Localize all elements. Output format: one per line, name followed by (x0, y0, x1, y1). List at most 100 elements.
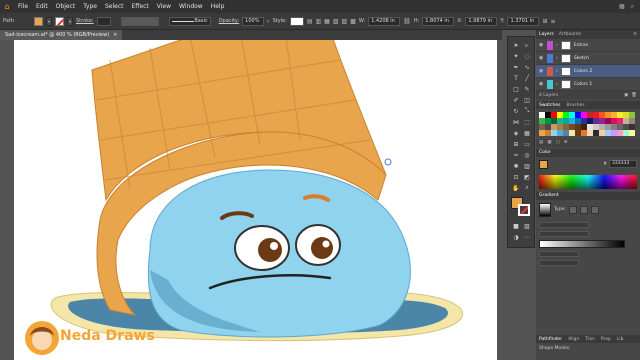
swatch[interactable] (599, 124, 605, 130)
swatch[interactable] (569, 130, 575, 136)
selection-tool-icon[interactable]: ➤ (511, 40, 521, 50)
swatch[interactable] (569, 124, 575, 130)
canvas[interactable] (0, 40, 502, 360)
gradient-location-field[interactable] (539, 259, 579, 266)
swatch[interactable] (545, 124, 551, 130)
new-color-group-icon[interactable]: ▢ (556, 140, 560, 145)
gradient-opacity-field[interactable] (539, 250, 579, 257)
artboard-tool-icon[interactable]: ⊡ (511, 172, 521, 182)
tab-artboards[interactable]: Artboards (559, 32, 581, 37)
gradient-panel-title[interactable]: Gradient (539, 193, 559, 198)
align-bottom-icon[interactable]: ▩ (350, 18, 356, 25)
swatch[interactable] (575, 124, 581, 130)
swatch[interactable] (629, 118, 635, 124)
home-icon[interactable]: ⌂ (0, 0, 14, 13)
swatch[interactable] (629, 112, 635, 118)
rotate-tool-icon[interactable]: ↻ (511, 106, 521, 116)
shape-builder-icon[interactable]: ◈ (511, 128, 521, 138)
swatch[interactable] (581, 112, 587, 118)
swatch[interactable] (539, 130, 545, 136)
perspective-grid-icon[interactable]: ▦ (522, 128, 532, 138)
swatch[interactable] (629, 130, 635, 136)
swatch[interactable] (593, 124, 599, 130)
tab-align[interactable]: Align (568, 337, 579, 342)
gradient-type-freeform[interactable] (590, 205, 599, 214)
symbol-sprayer-icon[interactable]: ✺ (511, 161, 521, 171)
fill-swatch[interactable] (33, 16, 43, 26)
gradient-slider[interactable] (539, 239, 625, 248)
swatch[interactable] (539, 118, 545, 124)
swatch[interactable] (575, 112, 581, 118)
align-center-icon[interactable]: ▥ (316, 18, 322, 25)
color-panel-title[interactable]: Color (539, 150, 551, 155)
swatch[interactable] (605, 112, 611, 118)
swatch[interactable] (605, 118, 611, 124)
expand-chevron-icon[interactable]: › (556, 43, 558, 48)
swatch[interactable] (623, 124, 629, 130)
hex-field[interactable]: 333333 (609, 160, 637, 168)
width-tool-icon[interactable]: ⋈ (511, 117, 521, 127)
swatch[interactable] (557, 130, 563, 136)
document-tab[interactable]: Sad-icecream.ai* @ 400 % (RGB/Preview) × (0, 30, 123, 40)
menu-edit[interactable]: Edit (32, 3, 52, 10)
layer-row[interactable]: ◉ › Sketch (536, 52, 640, 65)
swatch[interactable] (581, 118, 587, 124)
free-transform-icon[interactable]: ⬚ (522, 117, 532, 127)
variable-width-field[interactable] (120, 16, 159, 26)
rectangle-tool-icon[interactable]: □ (511, 84, 521, 94)
swatch[interactable] (545, 118, 551, 124)
expand-chevron-icon[interactable]: › (556, 69, 558, 74)
menu-type[interactable]: Type (79, 3, 101, 10)
zoom-tool-icon[interactable]: ⌕ (522, 183, 532, 193)
direct-selection-tool-icon[interactable]: ▹ (522, 40, 532, 50)
menu-select[interactable]: Select (101, 3, 128, 10)
swatch[interactable] (551, 112, 557, 118)
constrain-link-icon[interactable]: ⛓ (403, 18, 411, 25)
swatch[interactable] (557, 112, 563, 118)
swatch[interactable] (563, 112, 569, 118)
swatch[interactable] (611, 118, 617, 124)
mesh-tool-icon[interactable]: ⊞ (511, 139, 521, 149)
gradient-angle-field[interactable] (539, 230, 589, 237)
swatch[interactable] (551, 124, 557, 130)
opacity-dropdown-icon[interactable]: › (267, 18, 269, 25)
swatch[interactable] (581, 124, 587, 130)
gradient-type-linear[interactable] (568, 205, 577, 214)
magic-wand-icon[interactable]: ✦ (511, 51, 521, 61)
lasso-icon[interactable]: ◌ (522, 51, 532, 61)
layer-row[interactable]: ◉ › Colors 1 (536, 78, 640, 91)
scale-tool-icon[interactable]: ⤡ (522, 106, 532, 116)
close-tab-icon[interactable]: × (113, 32, 117, 38)
swatch[interactable] (611, 112, 617, 118)
blend-tool-icon[interactable]: ◎ (522, 150, 532, 160)
visibility-eye-icon[interactable]: ◉ (539, 81, 544, 87)
paintbrush-icon[interactable]: ✎ (522, 84, 532, 94)
width-field[interactable]: 1.4208 in (368, 16, 401, 26)
swatch[interactable] (551, 118, 557, 124)
graph-tool-icon[interactable]: ▥ (522, 161, 532, 171)
tab-swatches[interactable]: Swatches (539, 103, 561, 108)
swatch[interactable] (605, 124, 611, 130)
swatch[interactable] (617, 112, 623, 118)
align-middle-icon[interactable]: ▨ (342, 18, 348, 25)
y-field[interactable]: 1.3701 in (507, 16, 540, 26)
stroke-color-box[interactable] (518, 204, 530, 216)
swatch[interactable] (569, 118, 575, 124)
color-mode-icon[interactable]: ■ (511, 221, 521, 231)
swatch[interactable] (617, 124, 623, 130)
swatch[interactable] (593, 118, 599, 124)
type-tool-icon[interactable]: T (511, 73, 521, 83)
swatch[interactable] (563, 118, 569, 124)
draw-mode-icon[interactable]: ◑ (511, 232, 521, 242)
expand-chevron-icon[interactable]: › (556, 82, 558, 87)
swatch[interactable] (611, 124, 617, 130)
fill-dropdown[interactable]: ▾ (45, 16, 52, 26)
swatch[interactable] (617, 130, 623, 136)
line-tool-icon[interactable]: ╱ (522, 73, 532, 83)
transform-icon[interactable]: ⊞ (542, 18, 547, 25)
slice-tool-icon[interactable]: ◩ (522, 172, 532, 182)
swatch[interactable] (605, 130, 611, 136)
gradient-preview[interactable] (539, 202, 551, 217)
swatch[interactable] (593, 112, 599, 118)
swatch[interactable] (599, 112, 605, 118)
